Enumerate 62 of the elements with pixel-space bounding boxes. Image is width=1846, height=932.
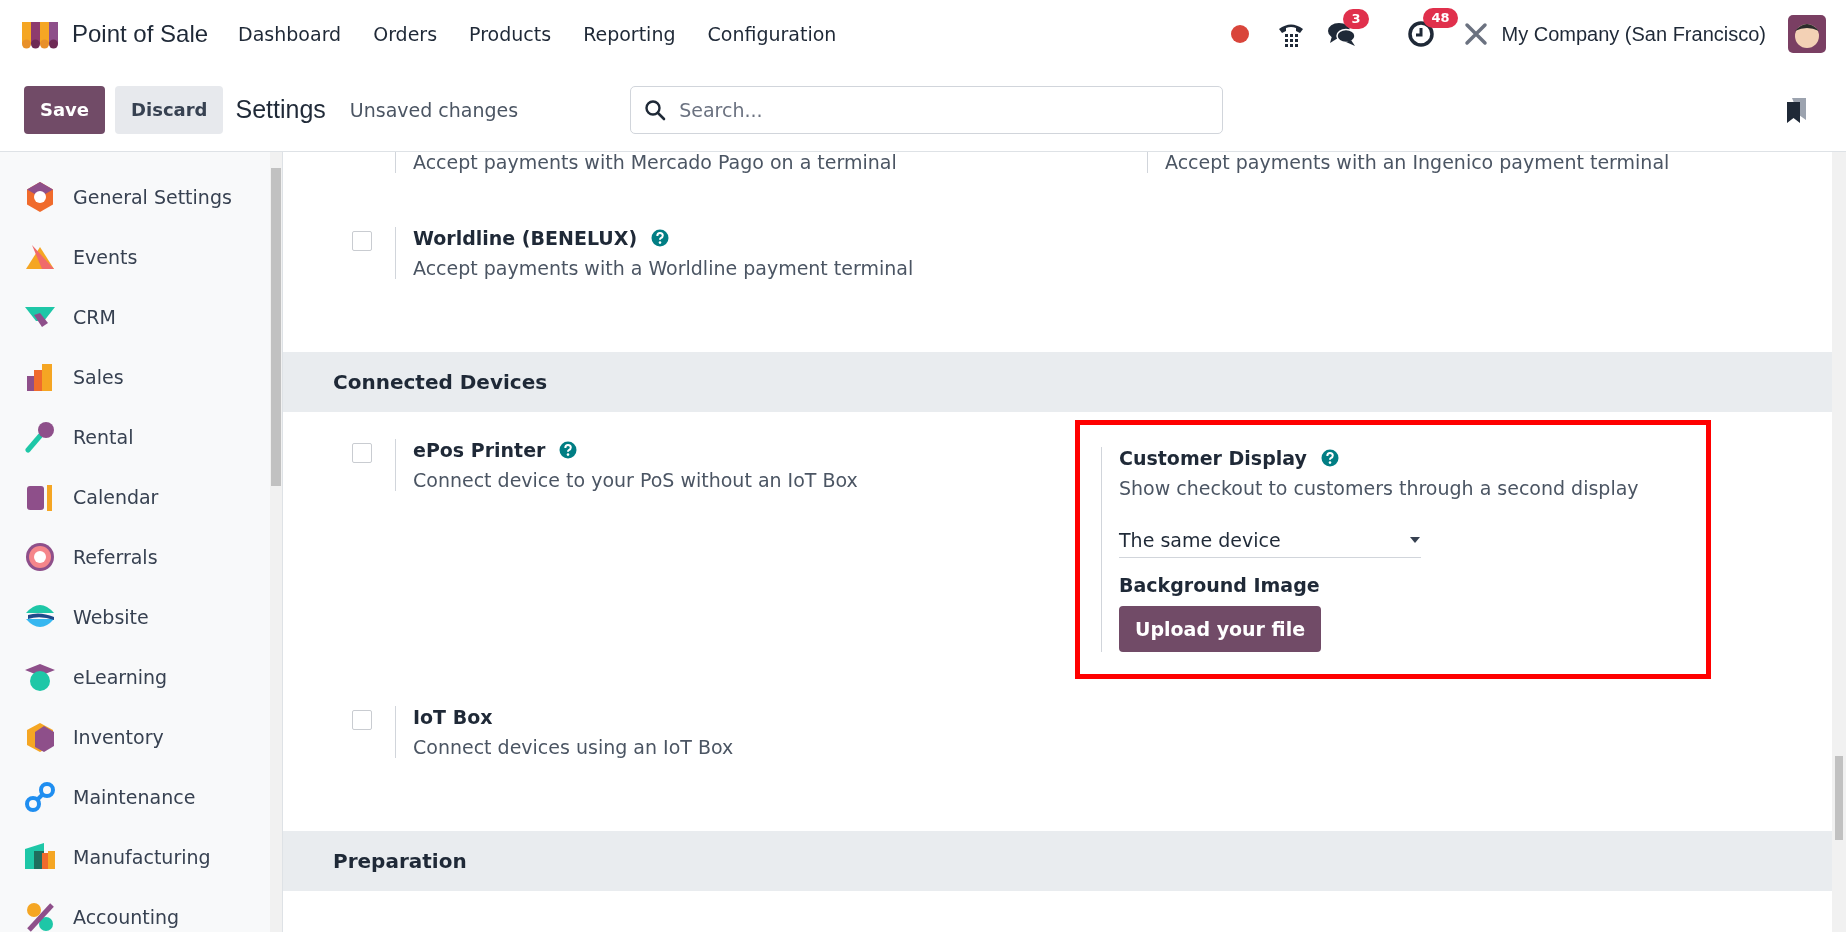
setting-description: Connect device to your PoS without an IoT Box (413, 469, 858, 491)
menu-item[interactable]: Reporting (583, 23, 676, 45)
checkbox[interactable] (351, 231, 372, 251)
sidebar-item[interactable]: Referrals (73, 546, 158, 568)
sidebar-item[interactable]: Events (73, 246, 138, 268)
menu-item[interactable]: Dashboard (238, 23, 342, 45)
upload-button[interactable]: Upload your file (1119, 606, 1322, 652)
box-icon (24, 721, 56, 753)
clock-icon[interactable] (1407, 20, 1436, 48)
sidebar-item[interactable]: Website (73, 606, 149, 628)
help-icon[interactable] (1320, 449, 1339, 467)
sidebar-item[interactable]: Inventory (73, 726, 164, 748)
company-switcher[interactable]: My Company (San Francisco) (1501, 22, 1766, 46)
sidebar-item[interactable]: Maintenance (73, 786, 196, 808)
menu-item[interactable]: Products (469, 23, 552, 45)
sidebar-item[interactable]: General Settings (73, 186, 232, 208)
sidebar-item[interactable]: Sales (73, 366, 124, 388)
setting-title: IoT Box (413, 706, 493, 728)
setting-description: Accept payments with a Worldline payment terminal (413, 257, 914, 279)
setting-title: Customer Display (1119, 447, 1307, 469)
field-label: Background Image (1119, 574, 1320, 596)
avatar-icon[interactable] (1788, 15, 1826, 53)
setting-title: ePos Printer (413, 439, 546, 461)
caret-icon (1409, 536, 1421, 544)
sidebar-item[interactable]: Calendar (73, 486, 159, 508)
sidebar-item[interactable]: CRM (73, 306, 116, 328)
help-icon[interactable] (559, 441, 578, 459)
menu-item[interactable]: Configuration (707, 23, 837, 45)
discard-button[interactable]: Discard (115, 85, 224, 134)
sidebar-item[interactable]: Accounting (73, 906, 180, 928)
menu-item[interactable]: Orders (373, 23, 438, 45)
checkbox[interactable] (351, 710, 372, 730)
dropdown[interactable]: The same device (1119, 521, 1421, 558)
search-field[interactable]: Search... (630, 85, 1224, 134)
setting-description: Accept payments with Mercado Pago on a terminal (413, 152, 897, 173)
graduation-cap-icon (24, 661, 56, 693)
setting-description: Show checkout to customers through a second display (1119, 477, 1639, 499)
bookmarks-icon[interactable] (1784, 95, 1808, 124)
sidebar-item[interactable]: Manufacturing (73, 846, 211, 868)
section-title: Connected Devices (333, 370, 548, 394)
setting-description: Accept payments with an Ingenico payment terminal (1165, 152, 1670, 173)
checkbox[interactable] (351, 443, 372, 463)
status-text: Unsaved changes (349, 98, 519, 121)
app-name[interactable]: Point of Sale (72, 20, 209, 48)
sidebar-item[interactable]: Rental (73, 426, 134, 448)
count-badge: 48 (1423, 8, 1458, 28)
hexagon-icon (24, 181, 56, 213)
count-badge: 3 (1343, 9, 1369, 29)
search-icon (644, 98, 667, 121)
sidebar-item[interactable]: eLearning (73, 666, 168, 688)
save-button[interactable]: Save (24, 85, 106, 134)
percent-icon (24, 901, 56, 932)
setting-title: Worldline (BENELUX) (413, 227, 638, 249)
record-dot-icon[interactable] (1231, 25, 1250, 43)
scrollbar[interactable] (270, 152, 282, 932)
section-title: Preparation (333, 849, 467, 873)
setting-description: Connect devices using an IoT Box (413, 736, 734, 758)
chain-link-icon (24, 781, 56, 813)
key-icon (24, 421, 56, 453)
help-icon[interactable] (651, 229, 670, 247)
scrollbar[interactable] (1832, 152, 1846, 932)
page-title: Settings (235, 95, 326, 124)
